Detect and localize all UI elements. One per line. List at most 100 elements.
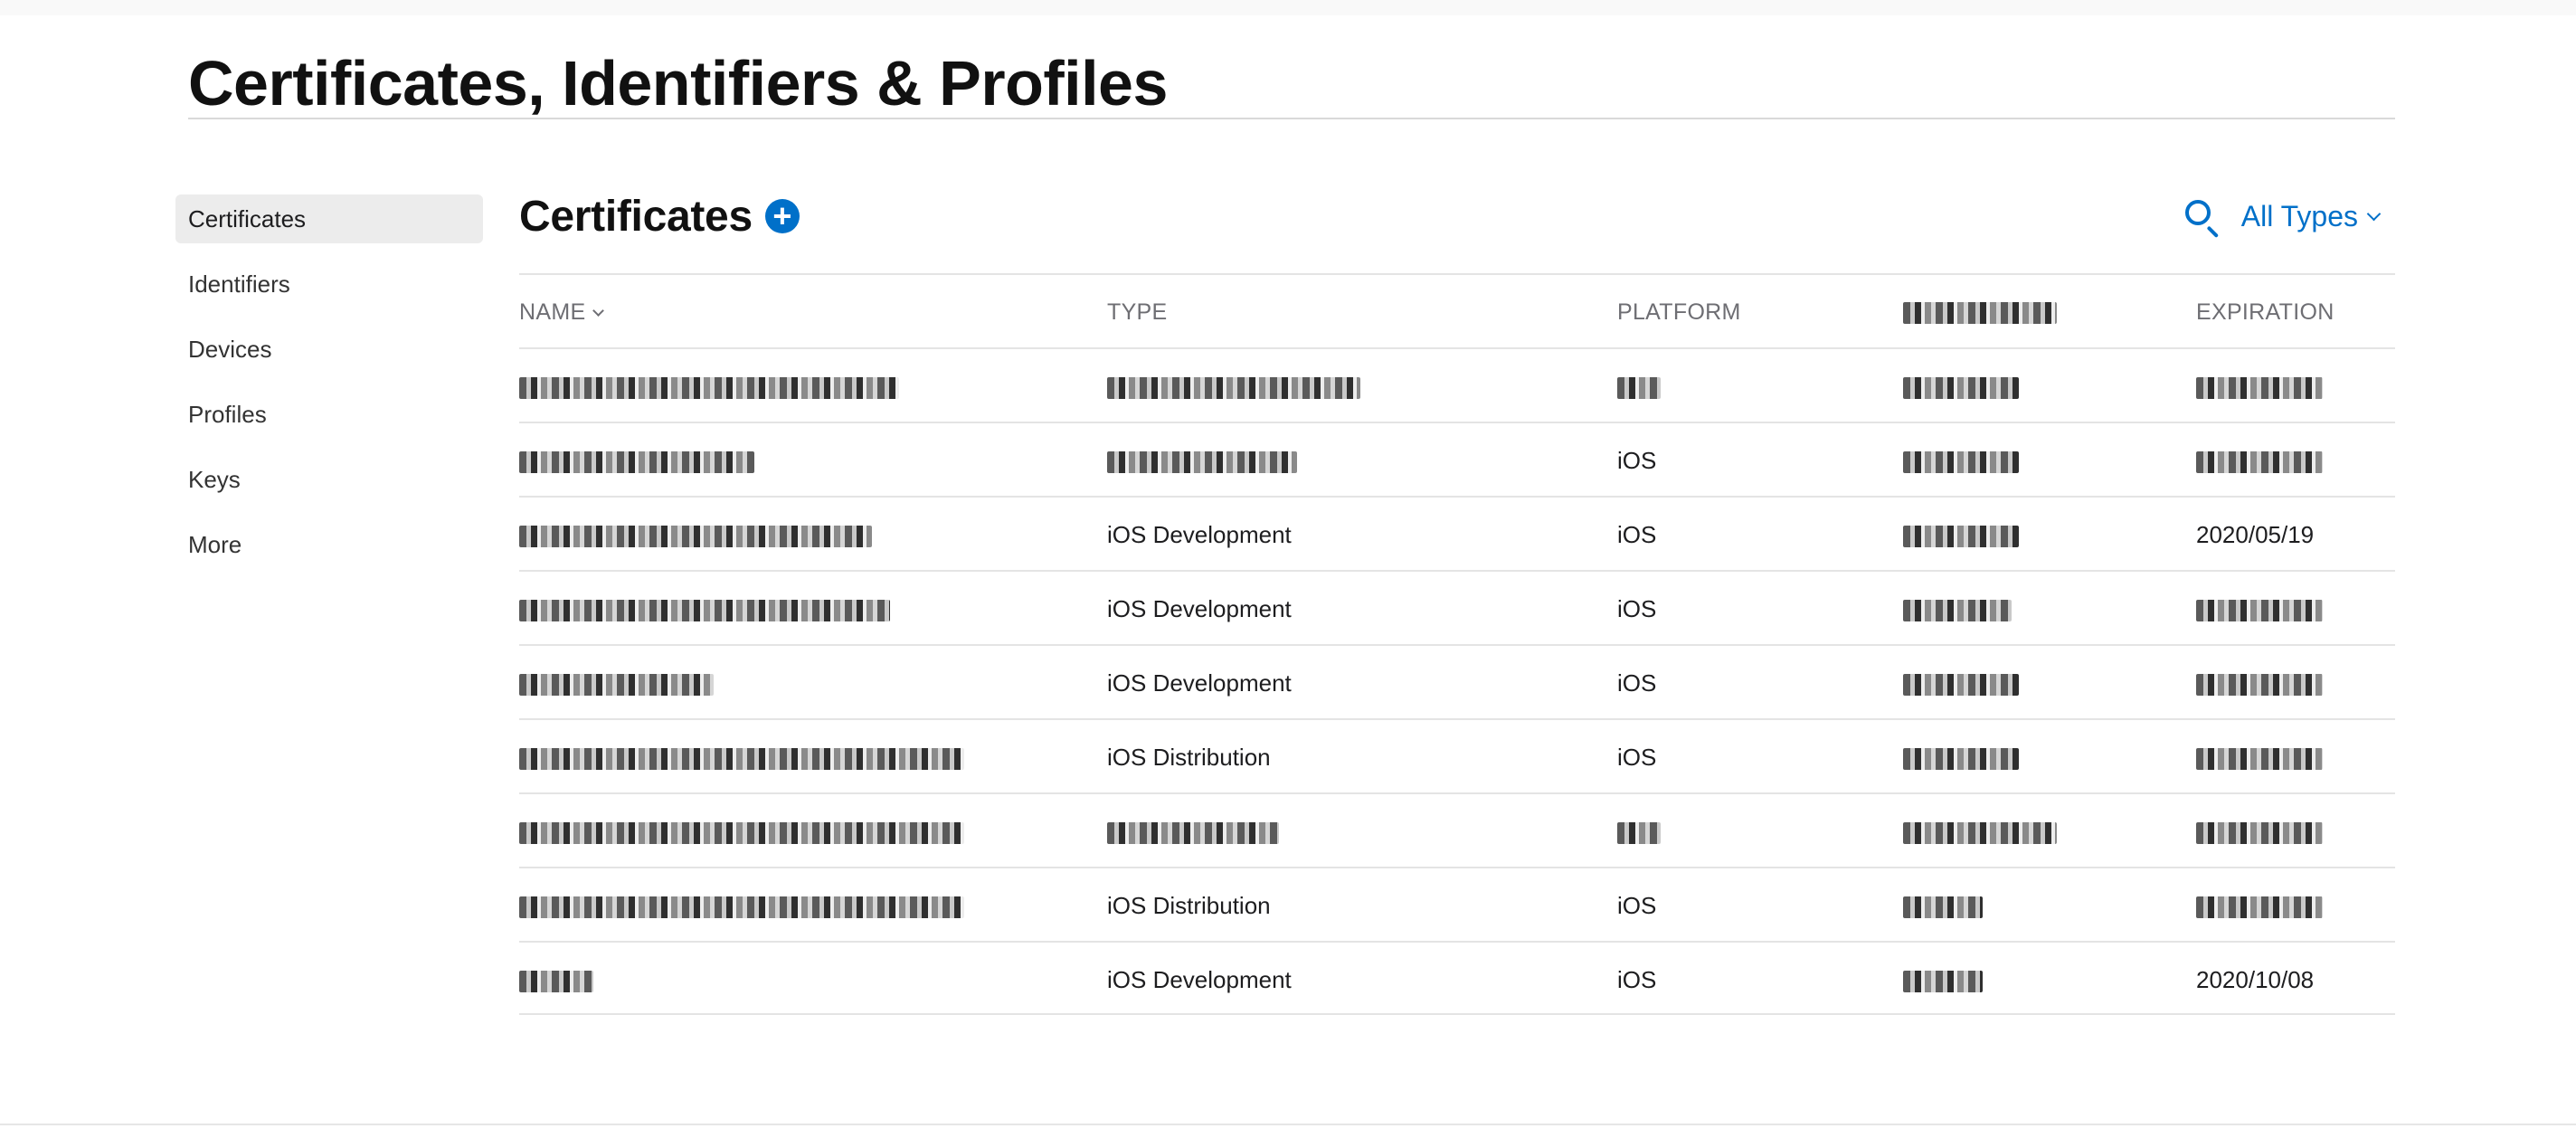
cell-created-by [1903,646,2174,720]
cell-expiration [2196,794,2395,868]
cell-name [519,943,1026,1017]
search-icon-handle [2206,225,2219,239]
cell-type: iOS Development [1107,669,1292,697]
cell-created-by [1903,720,2174,794]
cell-platform: iOS [1617,447,1657,474]
section-tools: All Types [2182,192,2382,241]
redacted-text [1903,674,2019,697]
redacted-text [1107,822,1279,845]
redacted-text [2196,822,2323,845]
cell-expiration [2196,646,2395,720]
all-types-filter-label: All Types [2240,199,2358,232]
table-row[interactable]: iOS Distribution iOS [519,718,2395,792]
cell-platform: iOS [1617,892,1657,919]
table-row[interactable]: iOS Development iOS 2020/05/19 [519,496,2395,570]
column-header-name[interactable]: NAME [519,275,1026,349]
redacted-text [2196,748,2323,771]
cell-name [519,720,1026,794]
cell-expiration [2196,572,2395,646]
plus-circle-icon[interactable]: + [764,199,800,233]
cell-name [519,646,1026,720]
cell-expiration: 2020/10/08 [2196,966,2315,993]
sidebar-item-profiles[interactable]: Profiles [175,390,483,439]
redacted-text [519,600,890,622]
search-icon-ring [2184,200,2211,225]
sidebar-item-devices[interactable]: Devices [175,325,483,374]
table-row[interactable] [519,347,2395,422]
chevron-down-icon [2366,206,2382,221]
cell-name [519,423,1026,498]
redacted-text [519,822,964,845]
redacted-text [1903,822,2057,845]
redacted-text [2196,896,2323,919]
sidebar-item-identifiers[interactable]: Identifiers [175,260,483,308]
column-header-name-label: NAME [519,299,586,325]
redacted-text [519,971,593,993]
table-row[interactable]: iOS Development iOS [519,570,2395,644]
cell-platform: iOS [1617,744,1657,771]
cell-name [519,868,1026,943]
cell-type: iOS Distribution [1107,892,1271,919]
redacted-text [1617,822,1661,845]
cell-created-by [1903,423,2174,498]
table-row[interactable]: iOS Development iOS [519,644,2395,718]
cell-created-by [1903,943,2174,1017]
redacted-text [1617,377,1661,400]
table-row[interactable]: iOS Distribution iOS [519,867,2395,941]
sidebar-item-more[interactable]: More [175,520,483,569]
redacted-text [2196,674,2323,697]
cell-name [519,572,1026,646]
cell-platform: iOS [1617,521,1657,548]
table-row[interactable]: iOS [519,422,2395,496]
cell-platform [1617,794,1852,868]
cell-created-by [1903,868,2174,943]
redacted-text [2196,451,2323,474]
certificates-table: NAME TYPE PLATFORM EXPIRATION iOS iOS De… [519,273,2395,1015]
all-types-filter-button[interactable]: All Types [2240,199,2382,233]
redacted-text [519,526,872,548]
cell-type: iOS Development [1107,521,1292,548]
cell-expiration [2196,868,2395,943]
sidebar-item-certificates[interactable]: Certificates [175,194,483,243]
section-title: Certificates [519,192,753,241]
cell-platform: iOS [1617,669,1657,697]
redacted-text [519,377,899,400]
cell-name [519,498,1026,572]
cell-created-by [1903,498,2174,572]
cell-created-by [1903,572,2174,646]
redacted-text [1903,377,2019,400]
redacted-text [519,451,754,474]
cell-platform [1617,349,1852,423]
section-header: Certificates + [519,188,800,244]
cell-expiration [2196,720,2395,794]
sidebar-item-keys[interactable]: Keys [175,455,483,504]
cell-type: iOS Development [1107,966,1292,993]
redacted-text [2196,377,2323,400]
cell-type: iOS Development [1107,595,1292,622]
column-header-expiration[interactable]: EXPIRATION [2196,275,2395,349]
search-icon[interactable] [2182,196,2221,239]
column-header-created-by[interactable] [1903,275,2174,349]
footer-divider [0,1124,2576,1125]
redacted-text [519,896,964,919]
page-title: Certificates, Identifiers & Profiles [188,48,1168,119]
table-header-row: NAME TYPE PLATFORM EXPIRATION [519,273,2395,347]
top-bar [0,0,2576,15]
redacted-text [1107,451,1297,474]
cell-expiration [2196,423,2395,498]
sidebar: Certificates Identifiers Devices Profile… [175,194,483,585]
cell-expiration [2196,349,2395,423]
redacted-text [2196,600,2323,622]
table-row[interactable]: iOS Development iOS 2020/10/08 [519,941,2395,1015]
cell-name [519,349,1026,423]
redacted-text [1903,451,2019,474]
column-header-platform[interactable]: PLATFORM [1617,275,1852,349]
cell-platform: iOS [1617,595,1657,622]
table-row[interactable] [519,792,2395,867]
chevron-down-icon [592,305,605,317]
redacted-text [1903,302,2057,325]
redacted-text [1903,600,2012,622]
column-header-type[interactable]: TYPE [1107,275,1559,349]
redacted-text [519,674,714,697]
redacted-text [1903,526,2019,548]
